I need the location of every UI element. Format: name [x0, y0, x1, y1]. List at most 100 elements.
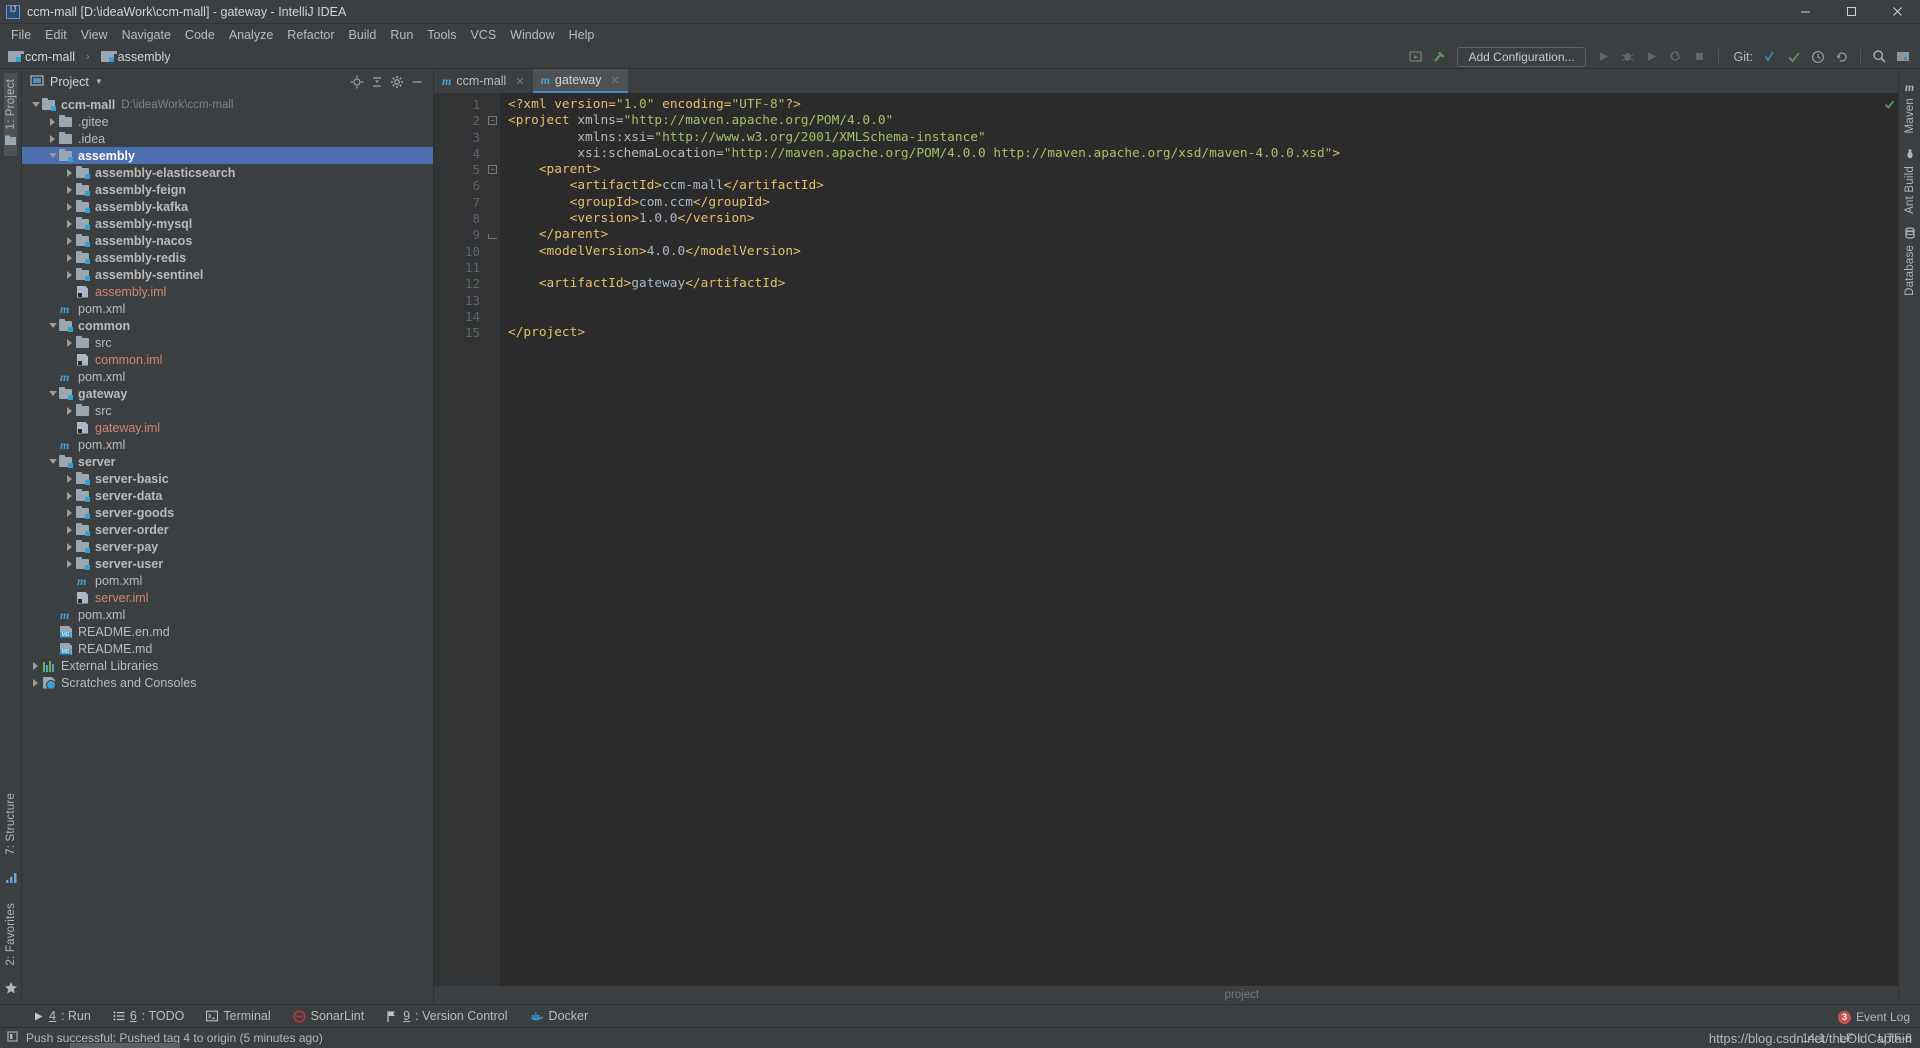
tree-row-pom-xml[interactable]: m pom.xml [22, 300, 433, 317]
close-icon[interactable]: ✕ [515, 75, 524, 88]
tree-row-pom-xml[interactable]: m pom.xml [22, 368, 433, 385]
minimize-button[interactable] [1782, 0, 1828, 24]
chevron-down-icon[interactable] [30, 96, 41, 113]
code-editor[interactable]: 1 2 3 4 5 6 7 8 9 10 11 12 13 14 15 − − <?xml version="… [434, 93, 1898, 986]
code-line[interactable]: xsi:schemaLocation="http://maven.apache.… [508, 146, 1898, 162]
tree-row-common-iml[interactable]: common.iml [22, 351, 433, 368]
menu-item-help[interactable]: Help [562, 26, 602, 44]
code-line[interactable]: <artifactId>gateway</artifactId> [508, 276, 1898, 292]
bottom-tab-run[interactable]: 4: Run [22, 1005, 102, 1028]
chevron-right-icon[interactable] [64, 181, 75, 198]
fold-region[interactable]: − [486, 113, 500, 129]
fold-region[interactable] [486, 325, 500, 341]
sidebar-item-project[interactable]: 1: Project [4, 73, 17, 156]
sidebar-item-structure[interactable]: 7: Structure [5, 787, 17, 861]
chevron-right-icon[interactable] [64, 504, 75, 521]
chevron-right-icon[interactable] [47, 113, 58, 130]
breadcrumb-item-assembly[interactable]: assembly [99, 49, 173, 65]
bottom-tab-todo[interactable]: 6: TODO [102, 1005, 196, 1028]
chevron-right-icon[interactable] [64, 164, 75, 181]
add-configuration-button[interactable]: Add Configuration... [1457, 46, 1586, 67]
menu-item-vcs[interactable]: VCS [463, 26, 503, 44]
event-log-button[interactable]: 3 Event Log [1837, 1010, 1910, 1024]
tree-row-server-basic[interactable]: server-basic [22, 470, 433, 487]
chevron-down-icon[interactable] [47, 453, 58, 470]
sidebar-item-favorites[interactable]: 2: Favorites [5, 897, 17, 971]
editor-tab-gateway[interactable]: m gateway ✕ [532, 69, 628, 93]
fold-region[interactable] [486, 309, 500, 325]
horizontal-scrollbar[interactable] [70, 1043, 180, 1048]
menu-item-tools[interactable]: Tools [420, 26, 463, 44]
sidebar-item-database[interactable]: Database [1904, 220, 1916, 303]
fold-region[interactable] [486, 178, 500, 194]
run-icon[interactable] [1593, 47, 1615, 67]
tree-row-src[interactable]: src [22, 334, 433, 351]
tree-row-pom-xml[interactable]: m pom.xml [22, 572, 433, 589]
tree-row-gateway-iml[interactable]: gateway.iml [22, 419, 433, 436]
tree-row-common[interactable]: common [22, 317, 433, 334]
build-hammer-icon[interactable] [1428, 47, 1450, 67]
chevron-down-icon[interactable] [47, 385, 58, 402]
tree-row-server-data[interactable]: server-data [22, 487, 433, 504]
tree-row-assembly-iml[interactable]: assembly.iml [22, 283, 433, 300]
tree-row-assembly-kafka[interactable]: assembly-kafka [22, 198, 433, 215]
close-icon[interactable]: ✕ [610, 74, 619, 87]
collapse-all-icon[interactable] [367, 72, 387, 92]
menu-item-navigate[interactable]: Navigate [115, 26, 178, 44]
source-code[interactable]: <?xml version="1.0" encoding="UTF-8"?> <p… [500, 93, 1898, 986]
menu-item-refactor[interactable]: Refactor [280, 26, 341, 44]
tree-row-src[interactable]: src [22, 402, 433, 419]
code-line[interactable]: </project> [508, 325, 1898, 341]
code-line[interactable] [508, 260, 1898, 276]
line-separator[interactable]: LF ⇳ [1839, 1031, 1864, 1045]
menu-item-code[interactable]: Code [178, 26, 222, 44]
tree-row-server-order[interactable]: server-order [22, 521, 433, 538]
chevron-right-icon[interactable] [47, 130, 58, 147]
tree-row-external-libraries[interactable]: External Libraries [22, 657, 433, 674]
tree-row-server[interactable]: server [22, 453, 433, 470]
fold-region[interactable] [486, 293, 500, 309]
tree-row-assembly-redis[interactable]: assembly-redis [22, 249, 433, 266]
tree-row-assembly-mysql[interactable]: assembly-mysql [22, 215, 433, 232]
tree-row-ccm-mall[interactable]: ccm-mall D:\ideaWork\ccm-mall [22, 96, 433, 113]
git-history-icon[interactable] [1807, 47, 1829, 67]
editor-tab-ccm-mall[interactable]: m ccm-mall ✕ [434, 69, 533, 93]
debug-icon[interactable] [1617, 47, 1639, 67]
tree-row-assembly-elasticsearch[interactable]: assembly-elasticsearch [22, 164, 433, 181]
locate-icon[interactable] [347, 72, 367, 92]
git-rollback-icon[interactable] [1831, 47, 1853, 67]
bottom-tab-versioncontrol[interactable]: 9: Version Control [375, 1005, 518, 1028]
code-line[interactable]: <groupId>com.ccm</groupId> [508, 195, 1898, 211]
code-line[interactable]: xmlns:xsi="http://www.w3.org/2001/XMLSch… [508, 130, 1898, 146]
chevron-right-icon[interactable] [64, 249, 75, 266]
chevron-right-icon[interactable] [30, 674, 41, 691]
menu-item-analyze[interactable]: Analyze [222, 26, 280, 44]
chevron-right-icon[interactable] [64, 538, 75, 555]
hide-icon[interactable] [407, 72, 427, 92]
chevron-down-icon[interactable] [47, 147, 58, 164]
maximize-button[interactable] [1828, 0, 1874, 24]
code-line[interactable] [508, 293, 1898, 309]
select-in-icon[interactable] [1404, 47, 1426, 67]
fold-collapse-icon[interactable]: − [488, 116, 497, 126]
code-line[interactable]: </parent> [508, 227, 1898, 243]
menu-item-build[interactable]: Build [342, 26, 384, 44]
fold-region[interactable] [486, 195, 500, 211]
git-update-icon[interactable] [1759, 47, 1781, 67]
chevron-right-icon[interactable] [64, 215, 75, 232]
bottom-tab-docker[interactable]: Docker [519, 1005, 600, 1028]
bottom-tab-terminal[interactable]: Terminal [195, 1005, 281, 1028]
tree-row-gateway[interactable]: gateway [22, 385, 433, 402]
code-line[interactable]: <artifactId>ccm-mall</artifactId> [508, 178, 1898, 194]
code-folding-gutter[interactable]: − − [486, 93, 500, 986]
tree-row-assembly-nacos[interactable]: assembly-nacos [22, 232, 433, 249]
code-line[interactable]: <modelVersion>4.0.0</modelVersion> [508, 244, 1898, 260]
fold-collapse-icon[interactable]: − [488, 165, 497, 175]
tree-row-server-iml[interactable]: server.iml [22, 589, 433, 606]
inspection-status-icon[interactable] [1884, 99, 1895, 109]
fold-region[interactable] [486, 211, 500, 227]
sidebar-item-maven[interactable]: m Maven [1904, 73, 1916, 141]
git-commit-icon[interactable] [1783, 47, 1805, 67]
chevron-right-icon[interactable] [64, 266, 75, 283]
menu-item-run[interactable]: Run [383, 26, 420, 44]
